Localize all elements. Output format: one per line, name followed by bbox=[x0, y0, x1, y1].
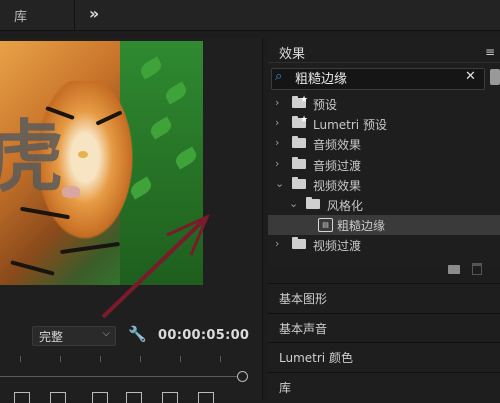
tree-item-label: Lumetri 预设 bbox=[313, 118, 387, 132]
tree-item[interactable]: › ★ Lumetri 预设 bbox=[268, 114, 500, 134]
video-effect-icon: ▤ bbox=[318, 218, 333, 232]
export-frame-button[interactable] bbox=[162, 392, 178, 403]
tiger-nose bbox=[62, 186, 80, 198]
star-icon: ★ bbox=[300, 95, 309, 105]
panel-title: 基本声音 bbox=[279, 322, 328, 336]
transport-button[interactable] bbox=[14, 392, 30, 403]
annotation-arrow-shaft bbox=[101, 215, 209, 319]
chevron-right-icon[interactable]: › bbox=[275, 96, 279, 109]
tiger-eye bbox=[78, 151, 88, 158]
ruler-tick bbox=[60, 356, 61, 362]
tree-item[interactable]: › 音频过渡 bbox=[268, 155, 500, 175]
panel-title: Lumetri 颜色 bbox=[279, 351, 353, 365]
folder-icon bbox=[292, 177, 306, 189]
star-icon: ★ bbox=[300, 115, 309, 125]
ruler-tick bbox=[100, 356, 101, 362]
chevron-down-icon[interactable]: ⌄ bbox=[289, 197, 298, 210]
ruler-tick bbox=[180, 356, 181, 362]
new-custom-bin-icon[interactable] bbox=[490, 69, 500, 85]
chevron-down-icon: ⌵ bbox=[102, 328, 110, 339]
tree-item-label: 音频过渡 bbox=[313, 159, 362, 173]
playback-resolution-select[interactable]: 完整 ⌵ bbox=[32, 326, 116, 346]
playback-resolution-value: 完整 bbox=[39, 330, 64, 344]
tree-item-label: 音频效果 bbox=[313, 138, 362, 152]
trash-icon[interactable] bbox=[472, 263, 482, 275]
tiger-stripe bbox=[10, 260, 55, 276]
duration-timecode: 00:00:05:00 bbox=[158, 328, 250, 343]
library-tab[interactable]: 库 bbox=[14, 6, 27, 25]
panel-title: 基本图形 bbox=[279, 292, 328, 306]
tree-item[interactable]: ⌄ 视频效果 bbox=[268, 175, 500, 195]
title-overlay-text: 虎 bbox=[0, 112, 65, 203]
collapsed-panel-header[interactable]: 基本声音 bbox=[268, 313, 500, 342]
chevron-right-icon[interactable]: › bbox=[275, 116, 279, 129]
folder-icon bbox=[292, 157, 306, 169]
insert-button[interactable] bbox=[92, 392, 108, 403]
playhead-handle[interactable] bbox=[237, 371, 248, 382]
tree-item[interactable]: › ★ 预设 bbox=[268, 94, 500, 114]
tree-item[interactable]: › 音频效果 bbox=[268, 134, 500, 154]
folder-icon bbox=[292, 136, 306, 148]
close-icon[interactable]: ✕ bbox=[465, 69, 476, 84]
panel-menu-icon[interactable]: ≡ bbox=[485, 45, 495, 59]
tree-item-label: 视频效果 bbox=[313, 179, 362, 193]
tree-item[interactable]: ▤ 粗糙边缘 bbox=[268, 215, 500, 235]
search-icon: ⌕ bbox=[275, 69, 283, 84]
tab-effects[interactable]: 效果 bbox=[279, 43, 305, 62]
folder-icon bbox=[306, 197, 320, 209]
effects-search-input[interactable] bbox=[295, 70, 455, 85]
chevron-right-icon[interactable]: › bbox=[275, 237, 279, 250]
annotation-arrow bbox=[101, 214, 210, 319]
tree-item[interactable]: › 视频过渡 bbox=[268, 235, 500, 255]
chevron-down-icon[interactable]: ⌄ bbox=[275, 177, 284, 190]
ruler-tick bbox=[20, 356, 21, 362]
double-chevron-right-icon[interactable]: ›› bbox=[89, 4, 99, 23]
tree-item-label: 预设 bbox=[313, 98, 338, 112]
transport-button[interactable] bbox=[50, 392, 66, 403]
tab-divider bbox=[268, 62, 500, 63]
chevron-right-icon[interactable]: › bbox=[275, 136, 279, 149]
folder-icon bbox=[292, 237, 306, 249]
ruler-tick bbox=[220, 356, 221, 362]
transport-button[interactable] bbox=[198, 392, 214, 403]
collapsed-panel-header[interactable]: Lumetri 颜色 bbox=[268, 342, 500, 371]
collapsed-panel-header[interactable]: 库 bbox=[268, 372, 500, 401]
top-panel-bar: 库 ›› bbox=[0, 0, 500, 31]
tree-item-label: 视频过渡 bbox=[313, 239, 362, 253]
playhead-track[interactable] bbox=[0, 376, 242, 377]
tree-item-label: 风格化 bbox=[327, 199, 364, 213]
tree-item-label: 粗糙边缘 bbox=[337, 219, 386, 233]
collapsed-panel-header[interactable]: 基本图形 bbox=[268, 283, 500, 312]
tree-item[interactable]: ⌄ 风格化 bbox=[268, 195, 500, 215]
folder-icon[interactable] bbox=[448, 265, 460, 274]
overwrite-button[interactable] bbox=[126, 392, 142, 403]
wrench-icon[interactable]: 🔧 bbox=[128, 325, 147, 343]
preset-folder-icon: ★ bbox=[292, 115, 309, 128]
chevron-right-icon[interactable]: › bbox=[275, 157, 279, 170]
panel-title: 库 bbox=[279, 381, 292, 395]
preset-folder-icon: ★ bbox=[292, 95, 309, 108]
tab-divider bbox=[74, 0, 75, 30]
ruler-tick bbox=[140, 356, 141, 362]
